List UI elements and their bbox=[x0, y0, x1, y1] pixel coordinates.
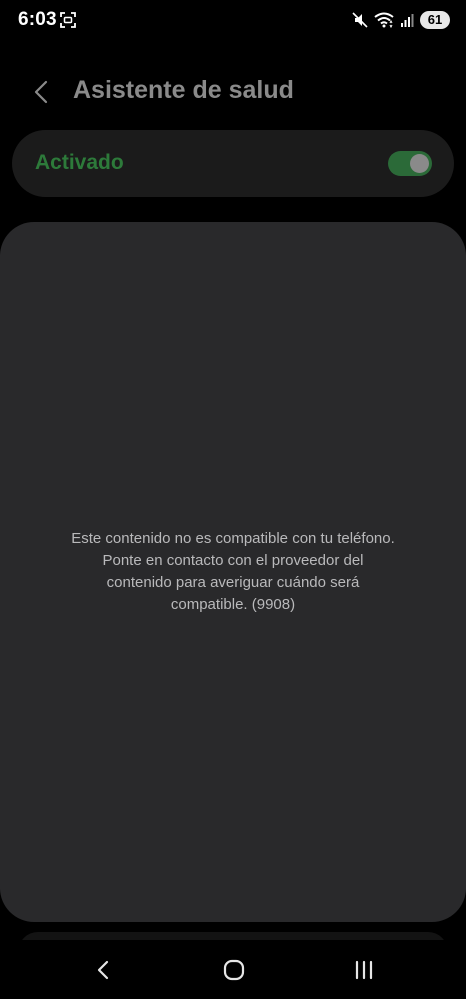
status-icons: 61 bbox=[352, 9, 450, 31]
home-icon bbox=[223, 959, 245, 981]
back-button[interactable] bbox=[26, 76, 58, 108]
back-icon bbox=[97, 960, 109, 980]
screenshot-icon bbox=[60, 12, 76, 28]
incompatible-message: Este contenido no es compatible con tu t… bbox=[71, 530, 395, 613]
nav-back-button[interactable] bbox=[88, 956, 120, 984]
nav-recents-button[interactable] bbox=[348, 956, 380, 984]
chevron-left-icon bbox=[34, 80, 48, 104]
master-switch-label: Activado bbox=[35, 151, 124, 174]
signal-icon bbox=[400, 13, 414, 27]
status-time: 6:03 bbox=[18, 9, 57, 30]
content-panel: Este contenido no es compatible con tu t… bbox=[0, 222, 466, 922]
wifi-icon bbox=[374, 12, 394, 28]
mute-icon bbox=[352, 12, 368, 28]
page-title: Asistente de salud bbox=[73, 76, 294, 104]
app-header: Asistente de salud bbox=[0, 68, 466, 116]
navigation-bar bbox=[0, 940, 466, 999]
toggle-knob bbox=[410, 154, 429, 173]
recents-icon bbox=[355, 960, 373, 980]
battery-icon: 61 bbox=[420, 11, 450, 29]
nav-home-button[interactable] bbox=[218, 956, 250, 984]
status-bar: 6:03 61 bbox=[0, 0, 466, 42]
master-switch-card[interactable]: Activado bbox=[12, 130, 454, 197]
screen: 6:03 61 Asistente de salud Activado Este… bbox=[0, 0, 466, 999]
master-toggle[interactable] bbox=[388, 151, 432, 176]
